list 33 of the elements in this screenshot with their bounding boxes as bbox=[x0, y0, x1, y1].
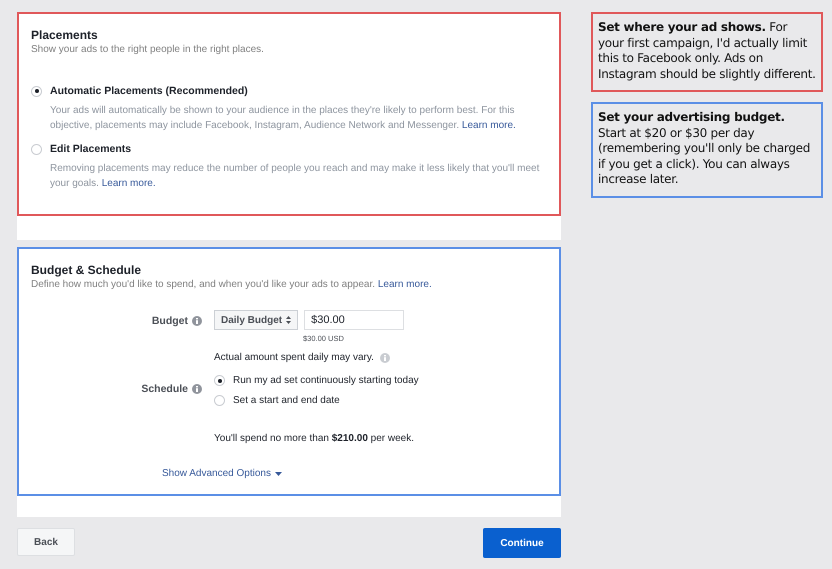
budget-type-dropdown[interactable]: Daily Budget bbox=[214, 310, 298, 330]
schedule-label: Schedule bbox=[141, 383, 188, 395]
learn-more-link[interactable]: Learn more. bbox=[378, 279, 432, 290]
radio-button[interactable] bbox=[214, 395, 225, 406]
budget-note: Actual amount spent daily may vary. bbox=[214, 352, 374, 363]
option-label: Set a start and end date bbox=[233, 395, 340, 406]
show-advanced-options-link[interactable]: Show Advanced Options bbox=[162, 468, 282, 479]
weekly-spend-note: You'll spend no more than $210.00 per week. bbox=[214, 433, 414, 444]
section-subtitle: Show your ads to the right people in the right places. bbox=[31, 43, 265, 57]
caret-icon bbox=[274, 472, 282, 476]
learn-more-link[interactable]: Learn more. bbox=[102, 178, 156, 189]
info-icon bbox=[192, 316, 202, 326]
option-label: Edit Placements bbox=[50, 143, 132, 155]
continue-button[interactable]: Continue bbox=[483, 528, 561, 558]
budget-label: Budget bbox=[152, 315, 188, 327]
radio-button[interactable] bbox=[31, 144, 42, 154]
learn-more-link[interactable]: Learn more. bbox=[462, 120, 516, 131]
option-description: Removing placements may reduce the number of people you reach and may make it less likely that you'll meet your goals. Learn more. bbox=[50, 162, 540, 191]
budget-input[interactable]: $30.00 bbox=[304, 310, 404, 330]
option-label: Automatic Placements (Recommended) bbox=[50, 85, 248, 97]
option-label: Run my ad set continuously starting today bbox=[233, 375, 419, 386]
annotation-note: Set where your ad shows. For your first campaign, I'd actually limit this to Facebook only. Ads on Instagram should be slightly different. bbox=[591, 12, 823, 92]
back-button[interactable]: Back bbox=[17, 528, 75, 556]
info-icon bbox=[380, 352, 390, 362]
info-icon bbox=[192, 384, 202, 394]
option-description: Your ads will automatically be shown to your audience in the places they're likely to perform best. For this objective, placements may include Facebook, Instagram, Audience Network and Messenger. Learn more. bbox=[50, 104, 517, 133]
annotation-note: Set your advertising budget. Start at $20 or $30 per day (remembering you'll only be charged if you get a click). You can always increase later. bbox=[591, 102, 823, 198]
radio-button[interactable] bbox=[31, 86, 42, 96]
up-down-arrows-icon bbox=[286, 316, 292, 324]
section-title: Placements bbox=[31, 28, 99, 43]
section-title: Budget & Schedule bbox=[31, 263, 142, 278]
section-subtitle: Define how much you'd like to spend, and when you'd like your ads to appear. Learn more. bbox=[31, 278, 433, 292]
radio-button[interactable] bbox=[214, 375, 225, 386]
